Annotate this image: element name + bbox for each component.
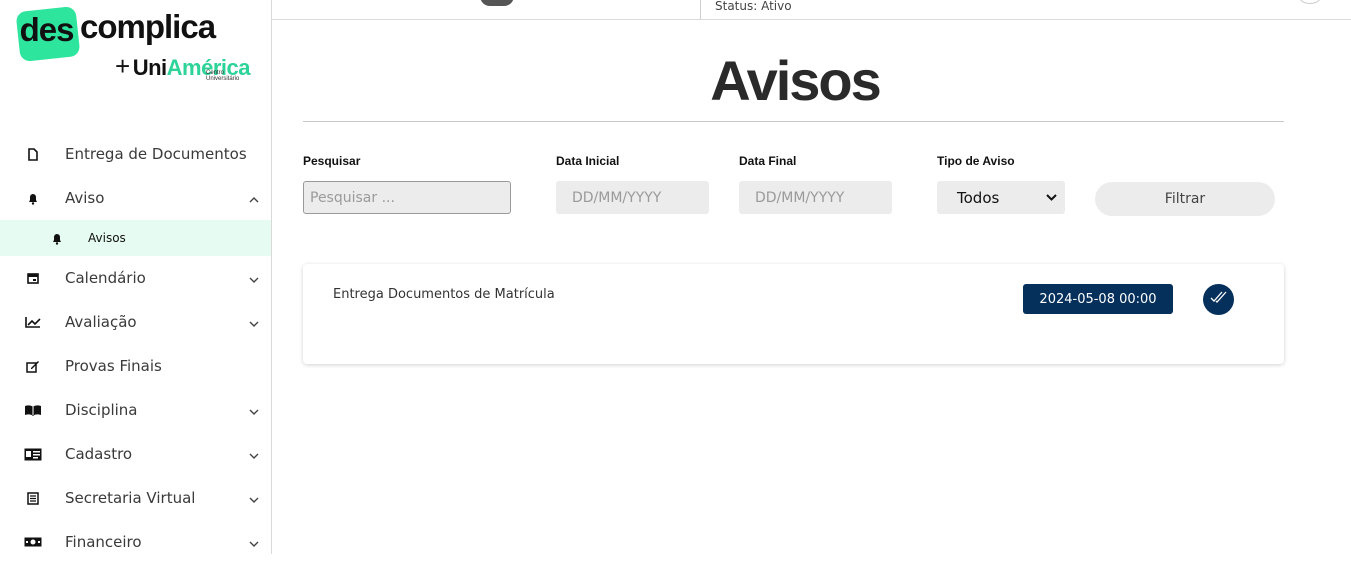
sidebar-item-label: Financeiro (65, 533, 142, 551)
calendar-icon (24, 269, 42, 287)
user-menu-icon[interactable] (1299, 0, 1321, 4)
sidebar-item-label: Entrega de Documentos (65, 145, 247, 163)
notice-card[interactable]: Entrega Documentos de Matrícula 2024-05-… (303, 264, 1284, 364)
sidebar-item-label: Cadastro (65, 445, 133, 463)
sidebar-item-label: Provas Finais (65, 357, 162, 375)
divider (303, 121, 1284, 122)
sidebar-item-calendario[interactable]: Calendário (0, 256, 271, 300)
page-title: Avisos (710, 49, 882, 112)
chevron-down-icon (249, 315, 259, 330)
avatar[interactable] (480, 0, 514, 6)
sidebar-item-entrega-de-documentos[interactable]: Entrega de Documentos (0, 132, 271, 176)
logo-subtitle: Centro Universitário (206, 70, 240, 82)
sidebar-item-provas-finais[interactable]: Provas Finais (0, 344, 271, 388)
notice-title: Entrega Documentos de Matrícula (333, 287, 555, 302)
sidebar-item-secretaria-virtual[interactable]: Secretaria Virtual (0, 476, 271, 520)
sidebar-item-cadastro[interactable]: Cadastro (0, 432, 271, 476)
sidebar-item-label: Calendário (65, 269, 146, 287)
start-date-input[interactable] (556, 181, 709, 214)
sidebar-item-aviso[interactable]: Aviso (0, 176, 271, 220)
sidebar-item-label: Disciplina (65, 401, 138, 419)
end-date-input[interactable] (739, 181, 892, 214)
sidebar-item-disciplina[interactable]: Disciplina (0, 388, 271, 432)
bell-icon (48, 229, 66, 247)
chevron-down-icon (249, 403, 259, 418)
end-date-label: Data Final (739, 154, 797, 168)
divider (700, 0, 701, 19)
logo-badge: des (15, 6, 81, 62)
list-icon (24, 489, 42, 507)
money-icon (24, 533, 42, 551)
start-date-label: Data Inicial (556, 154, 620, 168)
chart-line-icon (24, 313, 42, 331)
mark-read-button[interactable] (1203, 284, 1234, 315)
search-label: Pesquisar (303, 154, 361, 168)
notice-type-select[interactable]: Todos (937, 181, 1065, 214)
chevron-up-icon (249, 191, 259, 206)
book-icon (24, 401, 42, 419)
filter-button[interactable]: Filtrar (1095, 182, 1275, 216)
descomplica-logo[interactable]: des complica + UniAmérica Centro Universi… (15, 4, 258, 84)
double-check-icon (1210, 290, 1228, 309)
document-icon (24, 145, 42, 163)
sidebar-menu: Entrega de Documentos Aviso Avisos Calen… (0, 132, 271, 564)
chevron-down-icon (1046, 191, 1057, 204)
edit-icon (24, 357, 42, 375)
chevron-down-icon (249, 535, 259, 550)
notice-type-label: Tipo de Aviso (937, 154, 1015, 168)
notice-type-value: Todos (957, 188, 1000, 207)
sidebar-item-financeiro[interactable]: Financeiro (0, 520, 271, 564)
sidebar-item-label: Secretaria Virtual (65, 489, 196, 507)
id-card-icon (24, 445, 42, 463)
chevron-down-icon (249, 447, 259, 462)
logo-text: complica (80, 8, 216, 45)
sidebar-item-label: Aviso (65, 189, 105, 207)
chevron-down-icon (249, 491, 259, 506)
notice-date-badge: 2024-05-08 00:00 (1023, 284, 1173, 314)
sidebar-item-label: Avisos (88, 231, 126, 245)
chevron-down-icon (249, 271, 259, 286)
search-input[interactable] (303, 181, 511, 214)
sidebar-item-avaliacao[interactable]: Avaliação (0, 300, 271, 344)
status-text: Status: Ativo (715, 0, 792, 13)
sidebar: des complica + UniAmérica Centro Universi… (0, 0, 272, 554)
sidebar-item-avisos[interactable]: Avisos (0, 220, 271, 256)
top-bar: Status: Ativo (272, 0, 1351, 20)
bell-icon (24, 189, 42, 207)
sidebar-item-label: Avaliação (65, 313, 137, 331)
